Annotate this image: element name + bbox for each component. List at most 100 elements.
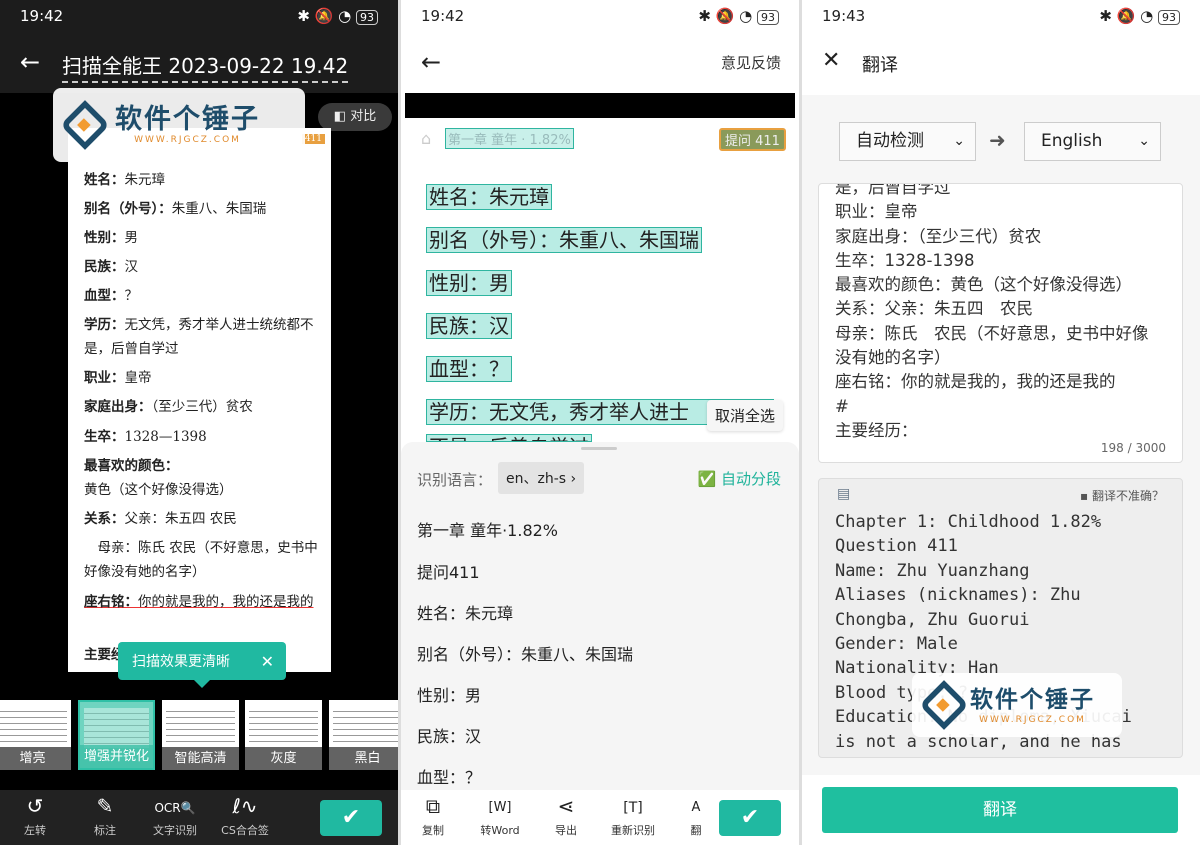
status-bar: 19:43 ✱ 🔕 ◔ 93 (802, 0, 1200, 36)
filter-grayscale[interactable]: 灰度 (245, 700, 322, 770)
back-arrow-icon[interactable]: ← (20, 48, 40, 76)
deselect-all-menu-item[interactable]: 取消全选 (707, 400, 784, 431)
top-bar: 19:42 ✱ 🔕 ◔ 93 ← 扫描全能王 2023-09-22 19.42 (0, 0, 398, 93)
export-button[interactable]: ⋖ 导出 (531, 794, 601, 838)
target-language-select[interactable]: English ⌄ (1024, 122, 1161, 161)
feedback-link[interactable]: 意见反馈 (721, 52, 781, 73)
signature-icon: ℓ∿ (232, 794, 258, 818)
close-icon[interactable]: ✕ (822, 48, 840, 73)
back-arrow-icon[interactable]: ← (421, 48, 441, 76)
close-icon[interactable]: ✕ (261, 652, 274, 671)
result-line: 民族：汉 (417, 727, 482, 746)
annotate-button[interactable]: ✎ 标注 (70, 794, 140, 838)
doc-line: 性别：男 (84, 230, 138, 246)
translate-button[interactable]: 翻译 (822, 787, 1178, 833)
text-block[interactable]: 血型：？ (426, 356, 512, 382)
compare-icon: ◧ (333, 109, 351, 124)
share-icon: ⋖ (557, 794, 575, 818)
check-circle-icon: ✅ (697, 470, 717, 488)
chevron-down-icon: ⌄ (1138, 133, 1150, 149)
tooltip-text: 扫描效果更清晰 (132, 654, 230, 670)
copy-icon[interactable]: ▤ (837, 486, 850, 502)
rotate-left-button[interactable]: ↺ 左转 (0, 794, 70, 838)
ocr-result-sheet: 识别语言： en、zh-s › ✅ 自动分段 第一章 童年·1.82% 提问41… (401, 442, 799, 790)
report-inaccurate-link[interactable]: ▪ 翻译不准确？ (1080, 487, 1164, 504)
translate-screen: 19:43 ✱ 🔕 ◔ 93 ✕ 翻译 自动检测 ⌄ ➜ English ⌄ 是，后… (802, 0, 1200, 845)
drag-handle[interactable] (581, 447, 617, 450)
scanned-page: 411 姓名：朱元璋 别名（外号）：朱重八、朱国瑞 性别：男 民族：汉 血型：？… (68, 128, 331, 672)
doc-line: 关系：父亲：朱五四 农民 (84, 511, 237, 527)
status-icons: ✱ 🔕 ◔ 93 (698, 7, 779, 29)
doc-line: 座右铭：你的就是我的，我的还是我的 (84, 594, 314, 610)
status-icons: ✱ 🔕 ◔ 93 (297, 7, 378, 29)
filter-smart-hd[interactable]: 智能高清 (162, 700, 239, 770)
text-block[interactable]: 姓名：朱元璋 (426, 184, 552, 210)
watermark-brand: 软件个锤子 (970, 687, 1095, 713)
text-block[interactable]: 别名（外号）：朱重八、朱国瑞 (426, 227, 702, 253)
doc-line: 别名（外号）：朱重八、朱国瑞 (84, 201, 267, 217)
result-line: 姓名：朱元璋 (417, 604, 514, 623)
doc-line: 家庭出身：（至少三代）贫农 (84, 399, 253, 415)
battery: 93 (757, 10, 779, 25)
re-recognize-button[interactable]: [T] 重新识别 (598, 794, 668, 838)
source-text-input[interactable]: 是，后曾自学过 职业：皇帝 家庭出身：（至少三代）贫农 生卒：1328-1398 最喜欢… (818, 183, 1183, 463)
source-language-select[interactable]: 自动检测 ⌄ (839, 122, 976, 161)
status-time: 19:42 (20, 7, 64, 25)
check-icon: ✔ (341, 805, 361, 830)
logo-icon (919, 680, 969, 730)
status-bar: 19:42 ✱ 🔕 ◔ 93 (0, 0, 398, 36)
text-block[interactable]: 民族：汉 (426, 313, 512, 339)
compare-button[interactable]: ◧ 对比 (318, 103, 392, 131)
auto-paragraph-toggle[interactable]: ✅ 自动分段 (698, 468, 781, 489)
text-scan-icon: [T] (623, 800, 643, 816)
to-word-button[interactable]: [W] 转Word (465, 794, 535, 838)
page-title: 翻译 (862, 55, 898, 76)
doc-line: 母亲：陈氏 农民（不好意思，史书中好像没有她的名字） (84, 540, 318, 580)
chevron-down-icon: ⌄ (953, 133, 965, 149)
result-line: 性别：男 (417, 686, 482, 705)
document-title[interactable]: 扫描全能王 2023-09-22 19.42 (62, 50, 349, 83)
result-line: 提问411 (417, 563, 480, 582)
language-label: 识别语言： (417, 471, 493, 489)
word-icon: [W] (488, 800, 512, 815)
doc-line: 学历：无文凭，秀才举人进士统统都不是，后曾自学过 (84, 317, 314, 357)
copy-button[interactable]: ⧉ 复制 (401, 794, 468, 838)
watermark-logo: 软件个锤子 WWW.RJGCZ.COM (912, 673, 1122, 737)
watermark-url: WWW.RJGCZ.COM (134, 135, 241, 145)
doc-line: 血型：？ (84, 288, 138, 304)
status-time: 19:42 (421, 7, 465, 25)
feedback-icon: ▪ (1080, 489, 1089, 503)
battery: 93 (1158, 10, 1180, 25)
logo-icon (60, 100, 110, 150)
filter-strip: 增亮 增强并锐化 智能高清 灰度 黑白 (0, 700, 398, 770)
pen-icon: ✎ (96, 794, 114, 818)
bottom-toolbar: ⧉ 复制 [W] 转Word ⋖ 导出 [T] 重新识别 A翻 ✔ (401, 790, 799, 845)
doc-line: 姓名：朱元璋 (84, 172, 165, 188)
filter-enhance-sharpen[interactable]: 增强并锐化 (78, 700, 155, 770)
text-block[interactable]: 不是，后曾自学过 (426, 434, 592, 442)
filter-brighten[interactable]: 增亮 (0, 700, 71, 770)
tooltip: 扫描效果更清晰 ✕ (118, 642, 286, 688)
status-icons: ✱ 🔕 ◔ 93 (1099, 7, 1180, 29)
text-block[interactable]: 性别：男 (426, 270, 512, 296)
check-icon: ✔ (740, 805, 760, 830)
language-selector[interactable]: en、zh-s › (498, 462, 585, 494)
doc-line: 生卒：1328—1398 (84, 429, 207, 445)
confirm-button[interactable]: ✔ (320, 800, 382, 836)
status-time: 19:43 (822, 7, 866, 25)
char-count: 198 / 3000 (1100, 440, 1166, 455)
sign-button[interactable]: ℓ∿ CS合合签 (210, 794, 280, 838)
ocr-icon: OCR🔍 (154, 801, 196, 815)
confirm-button[interactable]: ✔ (719, 800, 781, 836)
doc-line: 最喜欢的颜色：黄色（这个好像没得选） (84, 458, 233, 498)
filter-black-white[interactable]: 黑白 (329, 700, 398, 770)
result-line: 血型：？ (417, 768, 482, 787)
home-icon: ⌂ (421, 129, 432, 148)
result-line: 别名（外号）：朱重八、朱国瑞 (417, 645, 634, 664)
image-top-band (405, 93, 795, 118)
ocr-button[interactable]: OCR🔍 文字识别 (140, 794, 210, 838)
battery: 93 (356, 10, 378, 25)
arrow-right-icon: ➜ (989, 128, 1006, 152)
doc-badge: 411 (301, 134, 325, 144)
source-text: 是，后曾自学过 职业：皇帝 家庭出身：（至少三代）贫农 生卒：1328-1398 最喜欢… (835, 183, 1149, 440)
